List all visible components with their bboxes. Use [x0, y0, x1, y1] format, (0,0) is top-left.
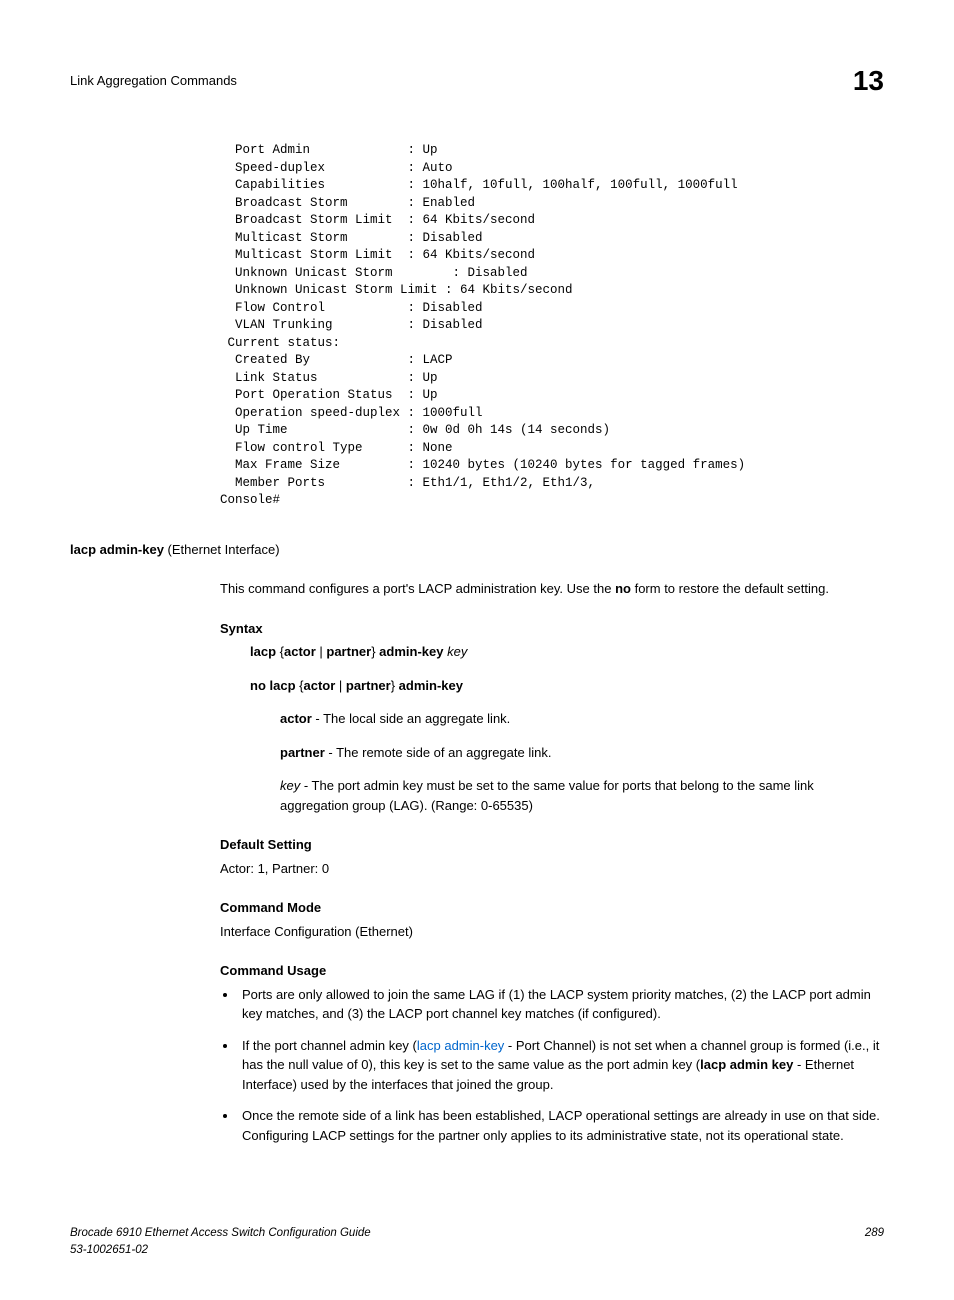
command-mode-text: Interface Configuration (Ethernet): [220, 922, 884, 942]
syntax-partner: partner - The remote side of an aggregat…: [280, 743, 884, 763]
command-usage-section: Command Usage Ports are only allowed to …: [220, 961, 884, 1145]
command-description: This command configures a port's LACP ad…: [220, 579, 884, 599]
footer-docnum: 53-1002651-02: [70, 1242, 371, 1259]
lacp-admin-key-link[interactable]: lacp admin-key: [417, 1038, 504, 1053]
usage-item-1: Ports are only allowed to join the same …: [238, 985, 884, 1024]
syntax-section: Syntax lacp {actor | partner} admin-key …: [220, 619, 884, 816]
command-title-row: lacp admin-key (Ethernet Interface): [70, 540, 884, 560]
footer-left: Brocade 6910 Ethernet Access Switch Conf…: [70, 1225, 371, 1260]
command-context: (Ethernet Interface): [164, 542, 280, 557]
footer-page: 289: [865, 1225, 884, 1260]
usage-item-2: If the port channel admin key (lacp admi…: [238, 1036, 884, 1095]
command-mode-section: Command Mode Interface Configuration (Et…: [220, 898, 884, 941]
page-footer: Brocade 6910 Ethernet Access Switch Conf…: [70, 1225, 884, 1260]
desc-prefix: This command configures a port's LACP ad…: [220, 581, 615, 596]
usage-item-3: Once the remote side of a link has been …: [238, 1106, 884, 1145]
syntax-line-1: lacp {actor | partner} admin-key key: [250, 642, 884, 662]
command-name: lacp admin-key: [70, 542, 164, 557]
footer-guide: Brocade 6910 Ethernet Access Switch Conf…: [70, 1225, 371, 1242]
desc-bold: no: [615, 581, 631, 596]
command-usage-heading: Command Usage: [220, 961, 884, 981]
console-output: Port Admin : Up Speed-duplex : Auto Capa…: [220, 142, 884, 510]
default-setting-section: Default Setting Actor: 1, Partner: 0: [220, 835, 884, 878]
syntax-heading: Syntax: [220, 619, 884, 639]
command-mode-heading: Command Mode: [220, 898, 884, 918]
page-header: Link Aggregation Commands 13: [70, 60, 884, 102]
syntax-actor: actor - The local side an aggregate link…: [280, 709, 884, 729]
header-title: Link Aggregation Commands: [70, 71, 237, 91]
desc-suffix: form to restore the default setting.: [631, 581, 829, 596]
syntax-line-2: no lacp {actor | partner} admin-key: [250, 676, 884, 696]
default-setting-text: Actor: 1, Partner: 0: [220, 859, 884, 879]
syntax-key: key - The port admin key must be set to …: [280, 776, 884, 815]
chapter-number: 13: [853, 60, 884, 102]
default-setting-heading: Default Setting: [220, 835, 884, 855]
